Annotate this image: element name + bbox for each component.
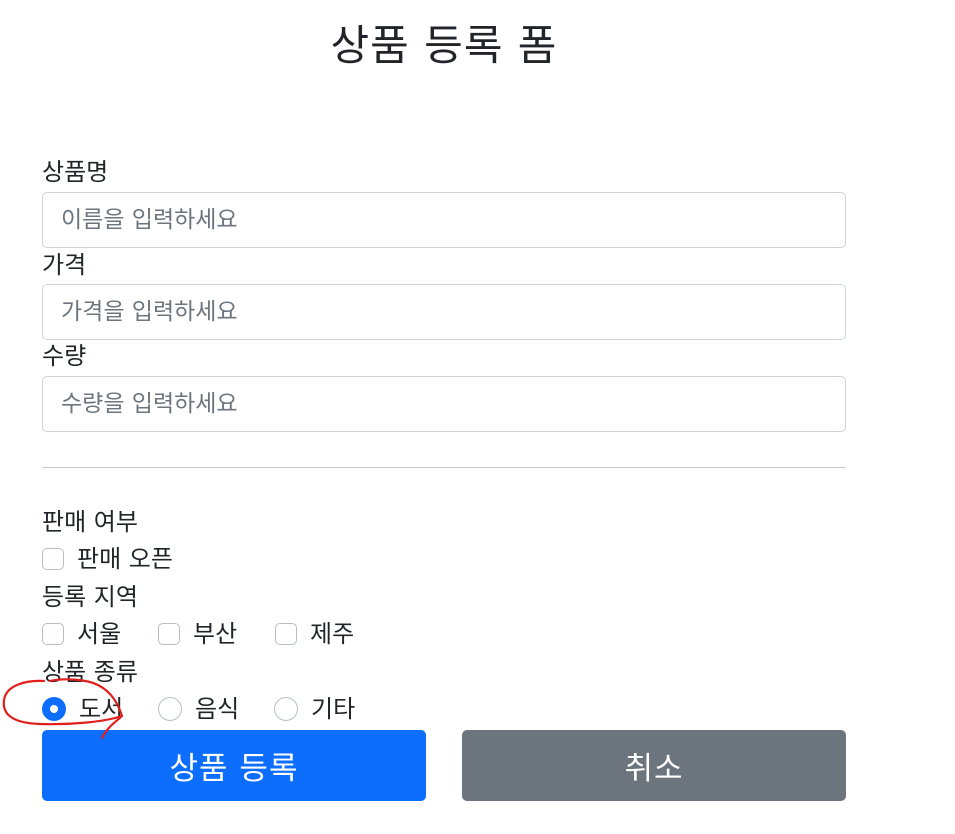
quantity-label: 수량 [42,342,87,370]
quantity-input[interactable] [42,376,846,432]
region-option-jeju[interactable]: 제주 [275,618,354,650]
item-type-option-other[interactable]: 기타 [274,693,355,725]
region-checkbox[interactable] [275,623,297,645]
region-option-busan[interactable]: 부산 [158,618,237,650]
region-option-seoul[interactable]: 서울 [42,618,121,650]
open-sale-checkbox[interactable] [42,548,64,570]
open-sale-option-label: 판매 오픈 [77,545,173,573]
item-type-label: 상품 종류 [42,658,138,686]
region-option-label: 제주 [310,620,355,648]
item-type-option-label: 기타 [311,695,356,723]
price-label: 가격 [42,251,87,279]
sales-status-label: 판매 여부 [42,508,138,536]
price-input[interactable] [42,284,846,340]
item-type-option-book[interactable]: 도서 [42,693,123,725]
register-product-button[interactable]: 상품 등록 [42,730,426,801]
region-option-label: 서울 [77,620,122,648]
region-checkbox[interactable] [158,623,180,645]
cancel-button[interactable]: 취소 [462,730,846,801]
item-type-radio[interactable] [274,697,298,721]
divider [42,467,846,468]
product-name-label: 상품명 [42,158,109,186]
region-label: 등록 지역 [42,583,138,611]
page-title: 상품 등록 폼 [330,21,558,70]
region-checkbox[interactable] [42,623,64,645]
product-name-input[interactable] [42,192,846,248]
item-type-option-label: 음식 [195,695,240,723]
item-type-radio[interactable] [158,697,182,721]
item-type-option-food[interactable]: 음식 [158,693,239,725]
item-type-radio-selected[interactable] [42,697,66,721]
region-option-label: 부산 [193,620,238,648]
item-type-option-label: 도서 [79,695,124,723]
open-sale-option[interactable]: 판매 오픈 [42,543,173,575]
